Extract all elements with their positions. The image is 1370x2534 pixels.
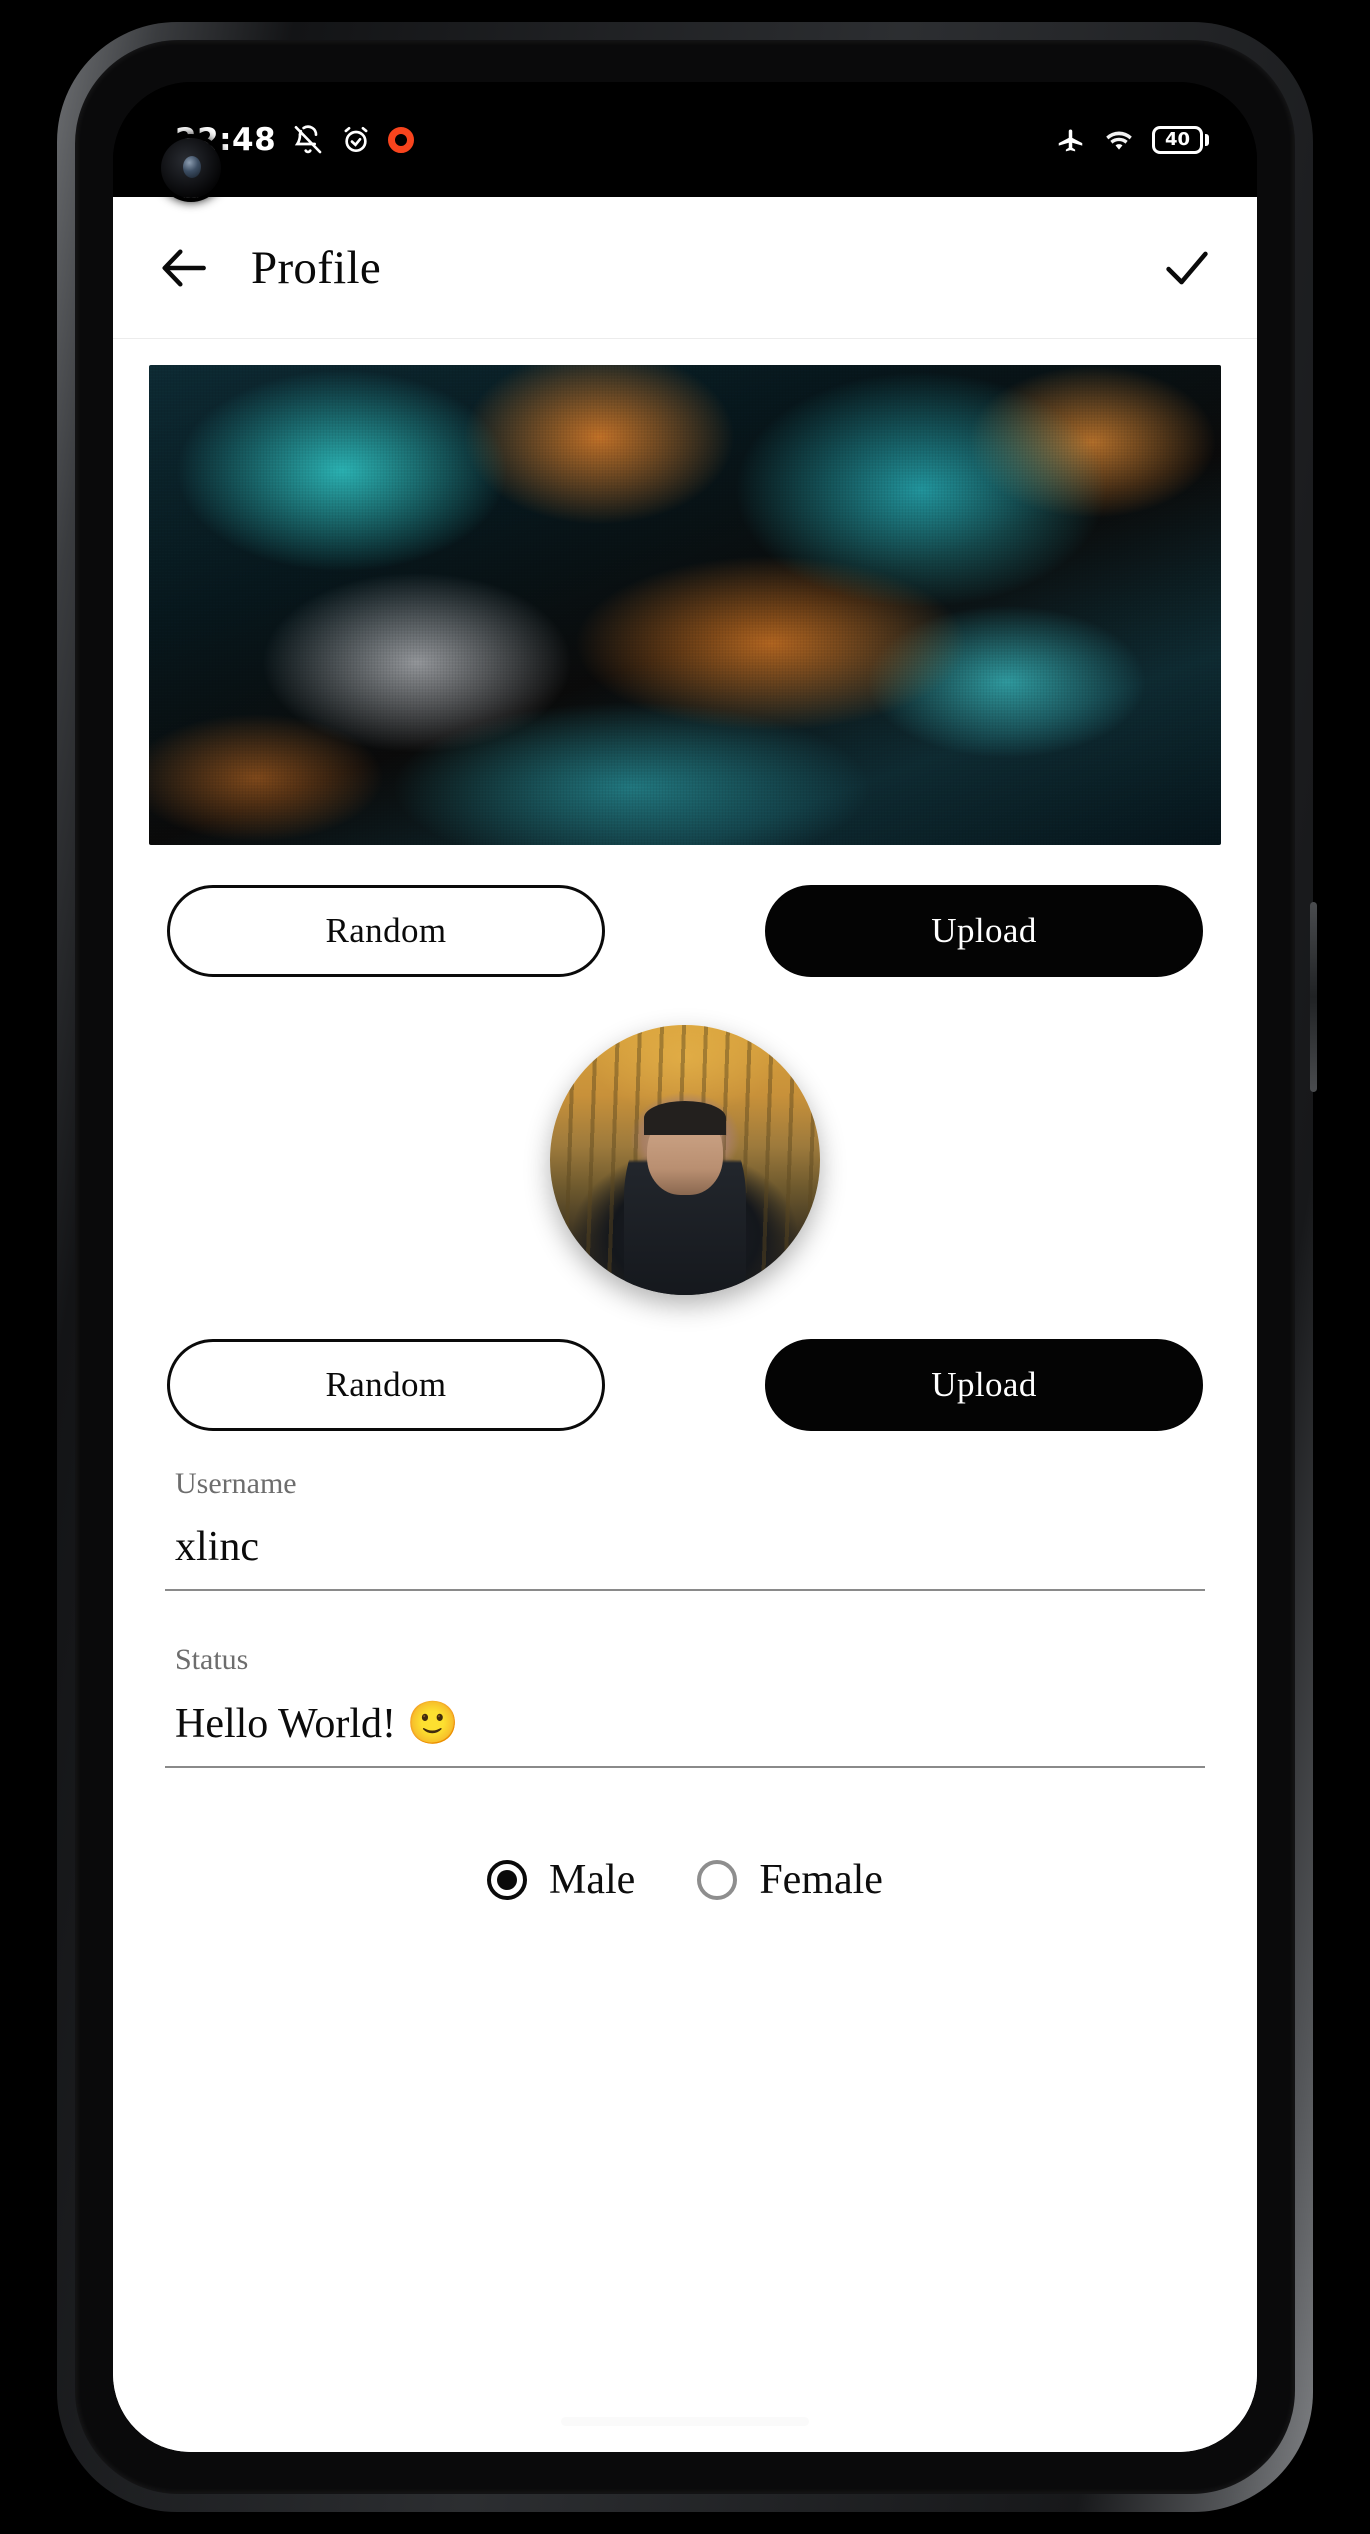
phone-bezel: 22:48 40 Profile Random Upload Random Up… [75,40,1295,2494]
phone-screen: 22:48 40 Profile Random Upload Random Up… [113,82,1257,2452]
airplane-mode-icon [1058,129,1083,151]
username-input[interactable]: xlinc [165,1501,1205,1591]
battery-cap [1205,133,1209,146]
status-bar-right: 40 [1056,124,1209,156]
back-arrow-icon[interactable] [157,240,213,296]
app-container: Profile Random Upload Random Upload User… [113,197,1257,2452]
status-bar: 22:48 40 [113,82,1257,197]
wifi-icon [1106,130,1132,150]
field-spacer [165,1599,1205,1643]
gender-radio-group: Male Female [165,1856,1205,1904]
avatar[interactable] [550,1025,820,1295]
radio-option-male[interactable]: Male [487,1856,635,1904]
radio-male-dot [497,1870,518,1890]
battery-level-text: 40 [1164,128,1191,150]
profile-form: Username xlinc Status Hello World! 🙂 Mal… [113,1467,1257,1904]
avatar-upload-button[interactable]: Upload [765,1339,1203,1431]
username-field-group: Username xlinc [165,1467,1205,1591]
radio-option-female[interactable]: Female [697,1856,883,1904]
status-field-group: Status Hello World! 🙂 [165,1643,1205,1768]
profile-content: Random Upload Random Upload Username xli… [113,339,1257,2452]
alarm-clock-icon [344,126,368,152]
appbar: Profile [113,197,1257,339]
username-label: Username [175,1467,297,1500]
avatar-hair [644,1100,726,1135]
banner-upload-button[interactable]: Upload [765,885,1203,977]
banner-actions-row: Random Upload [113,885,1257,977]
recording-indicator-icon [388,126,415,153]
power-button[interactable] [1310,902,1317,1092]
radio-female-label: Female [759,1857,883,1903]
banner-image[interactable] [149,365,1221,845]
avatar-random-button[interactable]: Random [167,1339,605,1431]
radio-male-label: Male [549,1857,636,1903]
status-label: Status [175,1643,249,1676]
avatar-actions-row: Random Upload [113,1339,1257,1431]
status-input[interactable]: Hello World! 🙂 [165,1677,1205,1768]
banner-grain-overlay [149,365,1221,845]
radio-male-circle[interactable] [487,1860,528,1900]
banner-image-wrap [113,339,1257,845]
home-indicator [561,2417,809,2426]
banner-random-button[interactable]: Random [167,885,605,977]
front-camera-icon [161,138,221,198]
bell-off-icon [294,124,322,153]
phone-frame: 22:48 40 Profile Random Upload Random Up… [57,22,1317,2512]
checkmark-icon[interactable] [1161,242,1213,294]
avatar-wrap [113,1025,1257,1295]
battery-icon: 40 [1152,125,1209,154]
camera-lens [183,156,201,178]
radio-female-circle[interactable] [697,1860,738,1900]
page-title: Profile [251,241,382,294]
battery-body: 40 [1152,125,1203,154]
